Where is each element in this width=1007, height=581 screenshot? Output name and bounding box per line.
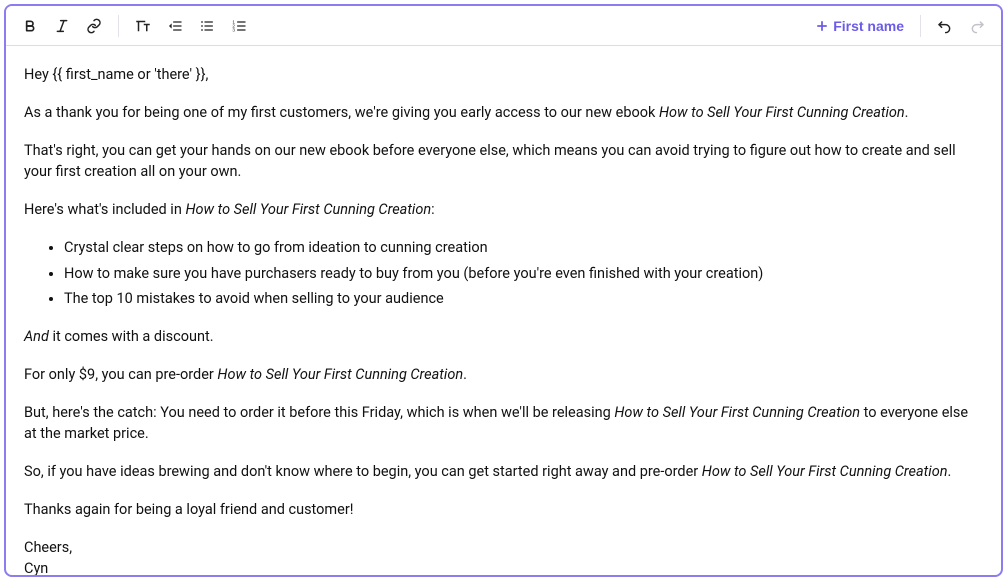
- link-icon: [86, 18, 102, 34]
- toolbar-group-history: [931, 12, 991, 40]
- outdent-button[interactable]: [161, 12, 189, 40]
- toolbar-group-text-format: [16, 12, 108, 40]
- paragraph-price: For only $9, you can pre-order How to Se…: [24, 364, 983, 386]
- text-size-button[interactable]: [129, 12, 157, 40]
- outdent-icon: [167, 18, 183, 34]
- book-title: How to Sell Your First Cunning Creation: [614, 404, 860, 421]
- redo-icon: [969, 18, 985, 34]
- paragraph-catch: But, here's the catch: You need to order…: [24, 402, 983, 446]
- numbered-list-button[interactable]: 123: [225, 12, 253, 40]
- paragraph-thanks: Thanks again for being a loyal friend an…: [24, 499, 983, 521]
- bullet-list-button[interactable]: [193, 12, 221, 40]
- toolbar-separator: [118, 15, 119, 37]
- numbered-list-icon: 123: [231, 18, 247, 34]
- list-item: The top 10 mistakes to avoid when sellin…: [64, 288, 983, 310]
- text-size-icon: [134, 17, 152, 35]
- paragraph-included: Here's what's included in How to Sell Yo…: [24, 199, 983, 221]
- book-title: How to Sell Your First Cunning Creation: [185, 201, 431, 218]
- editor-content[interactable]: Hey {{ first_name or 'there' }}, As a th…: [6, 46, 1001, 575]
- insert-first-name-button[interactable]: First name: [809, 14, 910, 38]
- editor-container: 123 First name Hey {{ first_name or 'the…: [4, 4, 1003, 577]
- paragraph-greeting: Hey {{ first_name or 'there' }},: [24, 64, 983, 86]
- bold-button[interactable]: [16, 12, 44, 40]
- book-title: How to Sell Your First Cunning Creation: [217, 366, 463, 383]
- feature-list: Crystal clear steps on how to go from id…: [24, 237, 983, 310]
- svg-text:3: 3: [232, 27, 235, 32]
- plus-icon: [815, 19, 829, 33]
- paragraph-signoff: Cheers, Cyn: [24, 537, 983, 576]
- book-title: How to Sell Your First Cunning Creation: [659, 104, 905, 121]
- redo-button[interactable]: [963, 12, 991, 40]
- paragraph-intro: As a thank you for being one of my first…: [24, 102, 983, 124]
- insert-first-name-label: First name: [833, 18, 904, 34]
- link-button[interactable]: [80, 12, 108, 40]
- paragraph-early-access: That's right, you can get your hands on …: [24, 140, 983, 184]
- list-item: Crystal clear steps on how to go from id…: [64, 237, 983, 259]
- bullet-list-icon: [199, 18, 215, 34]
- toolbar-separator: [920, 15, 921, 37]
- bold-icon: [22, 18, 38, 34]
- italic-icon: [54, 18, 70, 34]
- toolbar-group-lists: 123: [129, 12, 253, 40]
- paragraph-discount: And it comes with a discount.: [24, 326, 983, 348]
- undo-icon: [937, 18, 953, 34]
- book-title: How to Sell Your First Cunning Creation: [702, 463, 948, 480]
- toolbar: 123 First name: [6, 6, 1001, 46]
- list-item: How to make sure you have purchasers rea…: [64, 263, 983, 285]
- paragraph-cta: So, if you have ideas brewing and don't …: [24, 461, 983, 483]
- undo-button[interactable]: [931, 12, 959, 40]
- italic-button[interactable]: [48, 12, 76, 40]
